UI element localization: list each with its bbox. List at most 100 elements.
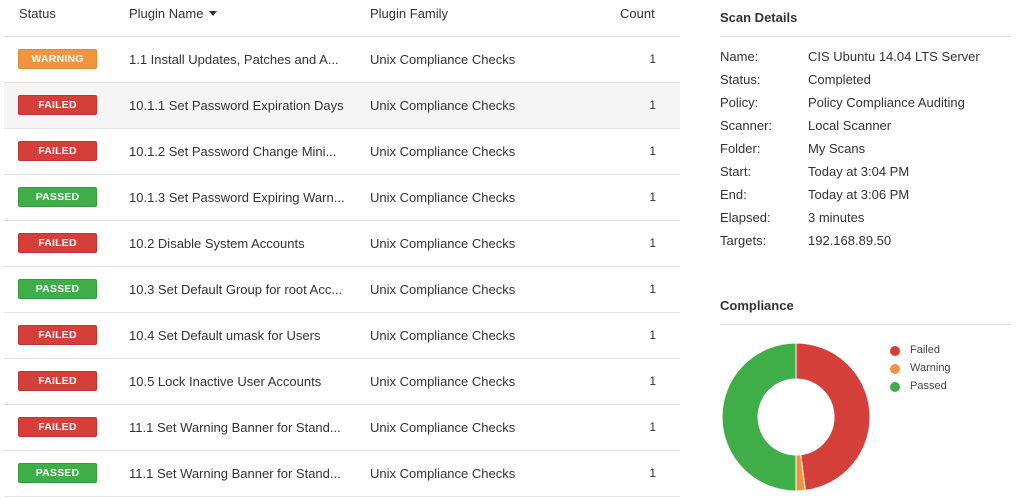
detail-label: End: — [720, 187, 747, 202]
scan-details-divider — [720, 36, 1011, 37]
plugin-count: 1 — [649, 52, 656, 66]
column-header-count[interactable]: Count — [620, 6, 655, 21]
detail-value: CIS Ubuntu 14.04 LTS Server — [808, 49, 980, 64]
plugin-name: 10.5 Lock Inactive User Accounts — [129, 374, 322, 389]
table-row[interactable]: PASSED 10.1.3 Set Password Expiring Warn… — [4, 175, 680, 221]
plugin-name: 11.1 Set Warning Banner for Stand... — [129, 420, 341, 435]
table-row[interactable]: PASSED 11.1 Set Warning Banner for Stand… — [4, 451, 680, 497]
detail-row-name: Name: CIS Ubuntu 14.04 LTS Server — [720, 49, 1011, 72]
status-badge: FAILED — [18, 417, 97, 437]
detail-row-targets: Targets: 192.168.89.50 — [720, 233, 1011, 256]
plugin-count: 1 — [649, 374, 656, 388]
plugin-family: Unix Compliance Checks — [370, 236, 516, 251]
legend-label: Passed — [910, 380, 947, 392]
plugin-family: Unix Compliance Checks — [370, 328, 516, 343]
plugin-family: Unix Compliance Checks — [370, 52, 516, 67]
column-header-plugin-family[interactable]: Plugin Family — [370, 6, 448, 21]
detail-value: 192.168.89.50 — [808, 233, 892, 248]
detail-value: Local Scanner — [808, 118, 892, 133]
plugin-family: Unix Compliance Checks — [370, 420, 516, 435]
detail-label: Status: — [720, 72, 761, 87]
compliance-divider — [720, 324, 1011, 325]
status-badge: PASSED — [18, 279, 97, 299]
scan-details-title: Scan Details — [720, 10, 798, 25]
status-badge: PASSED — [18, 463, 97, 483]
plugin-count: 1 — [649, 328, 656, 342]
detail-label: Targets: — [720, 233, 767, 248]
table-header: Status Plugin Name Plugin Family Count — [4, 0, 680, 37]
table-row[interactable]: PASSED 10.3 Set Default Group for root A… — [4, 267, 680, 313]
sort-descending-icon — [209, 11, 218, 16]
detail-label: Policy: — [720, 95, 759, 110]
status-badge: FAILED — [18, 325, 97, 345]
detail-row-start: Start: Today at 3:04 PM — [720, 164, 1011, 187]
plugin-name: 10.3 Set Default Group for root Acc... — [129, 282, 343, 297]
status-badge: FAILED — [18, 371, 97, 391]
legend-dot-passed — [890, 382, 900, 392]
status-badge: FAILED — [18, 233, 97, 253]
detail-value: My Scans — [808, 141, 866, 156]
detail-label: Scanner: — [720, 118, 773, 133]
detail-label: Start: — [720, 164, 752, 179]
plugin-count: 1 — [649, 98, 656, 112]
detail-row-scanner: Scanner: Local Scanner — [720, 118, 1011, 141]
plugin-count: 1 — [649, 466, 656, 480]
status-badge: WARNING — [18, 49, 97, 69]
donut-slice-passed[interactable] — [721, 342, 797, 492]
detail-label: Folder: — [720, 141, 761, 156]
plugin-count: 1 — [649, 282, 656, 296]
plugin-count: 1 — [649, 236, 656, 250]
detail-row-status: Status: Completed — [720, 72, 1011, 95]
column-header-plugin-name[interactable]: Plugin Name — [129, 6, 218, 21]
donut-slice-failed[interactable] — [795, 342, 871, 491]
detail-value: Today at 3:04 PM — [808, 164, 910, 179]
legend-label: Warning — [910, 362, 951, 374]
plugin-family: Unix Compliance Checks — [370, 98, 516, 113]
table-row[interactable]: FAILED 11.1 Set Warning Banner for Stand… — [4, 405, 680, 451]
table-row[interactable]: FAILED 10.2 Disable System Accounts Unix… — [4, 221, 680, 267]
plugin-name: 11.1 Set Warning Banner for Stand... — [129, 466, 341, 481]
plugin-name: 10.4 Set Default umask for Users — [129, 328, 321, 343]
column-header-plugin-name-label: Plugin Name — [129, 6, 204, 21]
detail-value: Policy Compliance Auditing — [808, 95, 965, 110]
detail-label: Name: — [720, 49, 759, 64]
plugin-family: Unix Compliance Checks — [370, 374, 516, 389]
detail-value: 3 minutes — [808, 210, 865, 225]
status-badge: PASSED — [18, 187, 97, 207]
status-badge: FAILED — [18, 141, 97, 161]
compliance-title: Compliance — [720, 298, 794, 313]
plugin-family: Unix Compliance Checks — [370, 282, 516, 297]
plugin-count: 1 — [649, 420, 656, 434]
plugin-family: Unix Compliance Checks — [370, 190, 516, 205]
table-row[interactable]: WARNING 1.1 Install Updates, Patches and… — [4, 37, 680, 83]
detail-row-folder: Folder: My Scans — [720, 141, 1011, 164]
plugin-family: Unix Compliance Checks — [370, 144, 516, 159]
legend-label: Failed — [910, 344, 940, 356]
plugin-count: 1 — [649, 144, 656, 158]
results-table: Status Plugin Name Plugin Family Count W… — [4, 0, 680, 499]
table-row[interactable]: FAILED 10.1.1 Set Password Expiration Da… — [4, 83, 680, 129]
detail-row-end: End: Today at 3:06 PM — [720, 187, 1011, 210]
scan-details-panel: Scan Details Name: CIS Ubuntu 14.04 LTS … — [720, 0, 1011, 499]
detail-row-policy: Policy: Policy Compliance Auditing — [720, 95, 1011, 118]
table-row[interactable]: FAILED 10.1.2 Set Password Change Mini..… — [4, 129, 680, 175]
plugin-name: 1.1 Install Updates, Patches and A... — [129, 52, 339, 67]
plugin-name: 10.1.3 Set Password Expiring Warn... — [129, 190, 345, 205]
legend-dot-failed — [890, 346, 900, 356]
detail-value: Completed — [808, 72, 871, 87]
table-row[interactable]: FAILED 10.4 Set Default umask for Users … — [4, 313, 680, 359]
plugin-family: Unix Compliance Checks — [370, 466, 516, 481]
column-header-status[interactable]: Status — [19, 6, 56, 21]
detail-row-elapsed: Elapsed: 3 minutes — [720, 210, 1011, 233]
detail-label: Elapsed: — [720, 210, 771, 225]
detail-value: Today at 3:06 PM — [808, 187, 910, 202]
table-body: WARNING 1.1 Install Updates, Patches and… — [4, 37, 680, 497]
table-row[interactable]: FAILED 10.5 Lock Inactive User Accounts … — [4, 359, 680, 405]
plugin-name: 10.2 Disable System Accounts — [129, 236, 305, 251]
plugin-name: 10.1.1 Set Password Expiration Days — [129, 98, 344, 113]
legend-dot-warning — [890, 364, 900, 374]
status-badge: FAILED — [18, 95, 97, 115]
plugin-name: 10.1.2 Set Password Change Mini... — [129, 144, 337, 159]
plugin-count: 1 — [649, 190, 656, 204]
compliance-donut-chart — [721, 342, 871, 492]
